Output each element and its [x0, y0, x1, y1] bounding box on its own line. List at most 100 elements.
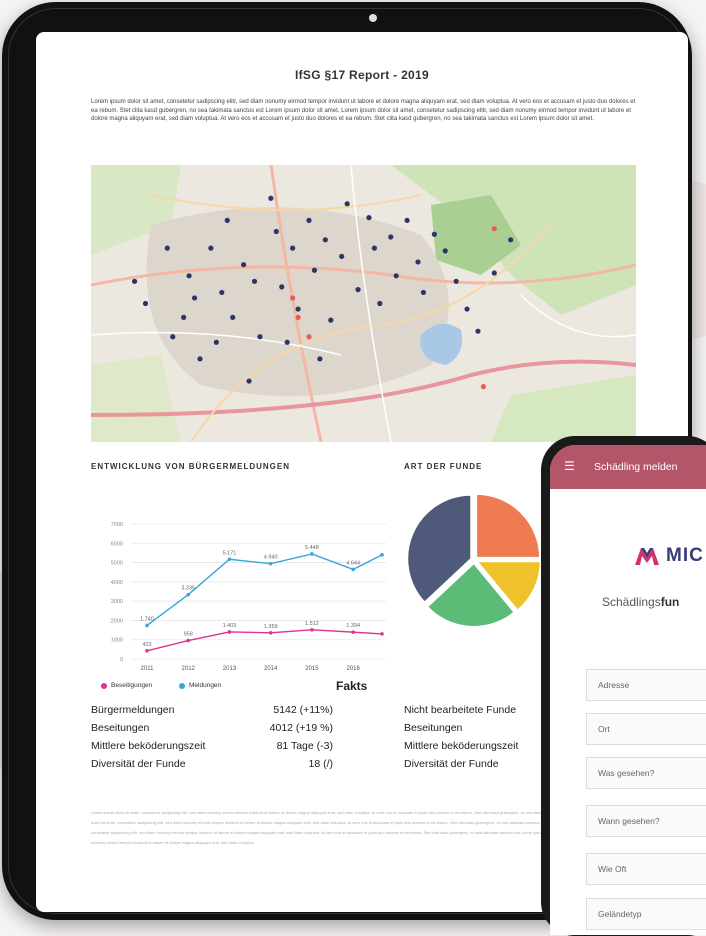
map-marker[interactable] [213, 339, 219, 345]
fact-label: Bürgermeldungen [91, 704, 175, 716]
legend-label-meldungen: Meldungen [189, 682, 222, 689]
map-marker[interactable] [420, 289, 427, 296]
phone-screen: ☰ Schädling melden MIC Schädlingsfun Adr… [550, 445, 706, 935]
map-marker[interactable] [371, 245, 377, 251]
map-svg [91, 165, 636, 442]
map-marker[interactable] [191, 295, 198, 301]
data-point [351, 630, 355, 634]
pie-slice [475, 492, 542, 559]
subtitle-bold: fun [660, 595, 680, 609]
pie-chart-svg [406, 492, 542, 628]
data-point [310, 628, 314, 632]
map-marker[interactable] [355, 287, 361, 293]
data-point [310, 552, 314, 556]
report-title: IfSG §17 Report - 2019 [295, 68, 429, 82]
address-field[interactable]: Adresse [586, 669, 706, 701]
when-seen-field[interactable]: Wann gesehen? [586, 805, 706, 837]
fact-value: 4012 (+19 %) [269, 722, 333, 734]
fact-label: Mittlere beköderungszeit [91, 740, 206, 752]
field-label: Wann gesehen? [598, 816, 660, 826]
map-marker[interactable] [475, 328, 481, 334]
map-marker[interactable] [230, 314, 236, 320]
map-marker[interactable] [164, 245, 170, 251]
data-label: 4.644 [346, 560, 360, 566]
map-marker[interactable] [257, 334, 263, 340]
map-marker[interactable] [306, 217, 312, 223]
map-marker[interactable] [317, 356, 323, 362]
map-marker[interactable] [464, 306, 470, 312]
map-marker[interactable] [344, 201, 350, 207]
map-marker[interactable] [393, 273, 399, 279]
legend-beseitigungen: Beseitigungen [101, 682, 152, 689]
map-marker[interactable] [273, 228, 279, 235]
legend-dot-meldungen [179, 682, 185, 689]
fact-label: Beseitungen [91, 722, 150, 734]
terrain-type-field[interactable]: Geländetyp [586, 898, 706, 930]
map-marker[interactable] [491, 270, 497, 276]
map-marker[interactable] [268, 195, 274, 201]
x-tick-label: 2013 [223, 666, 237, 672]
fact-label: Diversität der Funde [91, 758, 186, 770]
map-marker[interactable] [415, 259, 421, 265]
x-tick-label: 2015 [305, 666, 319, 672]
fact-row: Mittlere beköderungszeit 81 Tage (-3) [91, 740, 341, 758]
map-marker[interactable] [284, 339, 290, 345]
city-field[interactable]: Ort [586, 713, 706, 745]
map-marker[interactable] [431, 231, 437, 237]
incident-map[interactable] [91, 165, 636, 442]
map-marker[interactable] [311, 267, 318, 273]
x-tick-label: 2011 [141, 666, 155, 672]
fact-label: Diversität der Funde [404, 758, 499, 770]
field-label: Was gesehen? [598, 768, 655, 778]
map-marker[interactable] [208, 245, 214, 251]
y-tick-label: 7000 [111, 522, 123, 528]
map-marker-red[interactable] [295, 314, 301, 320]
y-tick-label: 2000 [111, 618, 123, 624]
map-marker[interactable] [366, 215, 372, 221]
map-marker-red[interactable] [491, 226, 497, 232]
map-marker-red[interactable] [480, 384, 486, 390]
map-marker[interactable] [224, 217, 230, 223]
data-label: 5.171 [223, 550, 237, 556]
field-label: Wie Oft [598, 864, 627, 874]
what-seen-field[interactable]: Was gesehen? [586, 757, 706, 789]
map-marker-red[interactable] [290, 295, 296, 301]
fact-label: Nicht bearbeitete Funde [404, 704, 517, 716]
fact-label: Mittlere beköderungszeit [404, 740, 519, 752]
map-marker[interactable] [279, 284, 285, 290]
map-marker[interactable] [241, 262, 247, 268]
map-marker[interactable] [132, 278, 138, 284]
map-marker[interactable] [508, 237, 514, 243]
map-marker[interactable] [295, 306, 301, 312]
map-marker[interactable] [442, 248, 448, 254]
map-marker[interactable] [181, 314, 187, 320]
map-marker[interactable] [142, 300, 149, 307]
map-marker[interactable] [388, 234, 394, 240]
map-marker[interactable] [290, 245, 296, 251]
map-marker[interactable] [170, 334, 176, 340]
legend-dot-beseitigungen [101, 682, 107, 689]
menu-icon[interactable]: ☰ [564, 459, 575, 473]
fact-row: Bürgermeldungen 5142 (+11%) [91, 704, 341, 722]
data-label: 3.335 [181, 586, 195, 592]
line-chart-svg: 0 1000 2000 3000 4000 5000 6000 7000 2011 2012 201… [111, 522, 386, 672]
data-point [268, 561, 273, 566]
map-marker[interactable] [246, 378, 252, 384]
y-tick-label: 0 [120, 657, 123, 663]
map-marker[interactable] [404, 217, 410, 223]
map-marker[interactable] [453, 278, 459, 284]
map-marker[interactable] [322, 237, 328, 243]
fact-value: 18 (/) [308, 758, 333, 770]
map-marker[interactable] [219, 289, 225, 296]
map-marker-red[interactable] [306, 334, 312, 340]
map-marker[interactable] [197, 356, 203, 362]
map-marker[interactable] [186, 273, 192, 279]
how-often-field[interactable]: Wie Oft [586, 853, 706, 885]
map-marker[interactable] [328, 317, 334, 323]
fakts-heading: Fakts [336, 679, 368, 693]
map-marker[interactable] [377, 300, 383, 307]
data-point [227, 630, 232, 634]
map-marker[interactable] [339, 253, 345, 260]
data-label: 5.448 [305, 545, 319, 551]
map-marker[interactable] [251, 278, 258, 284]
